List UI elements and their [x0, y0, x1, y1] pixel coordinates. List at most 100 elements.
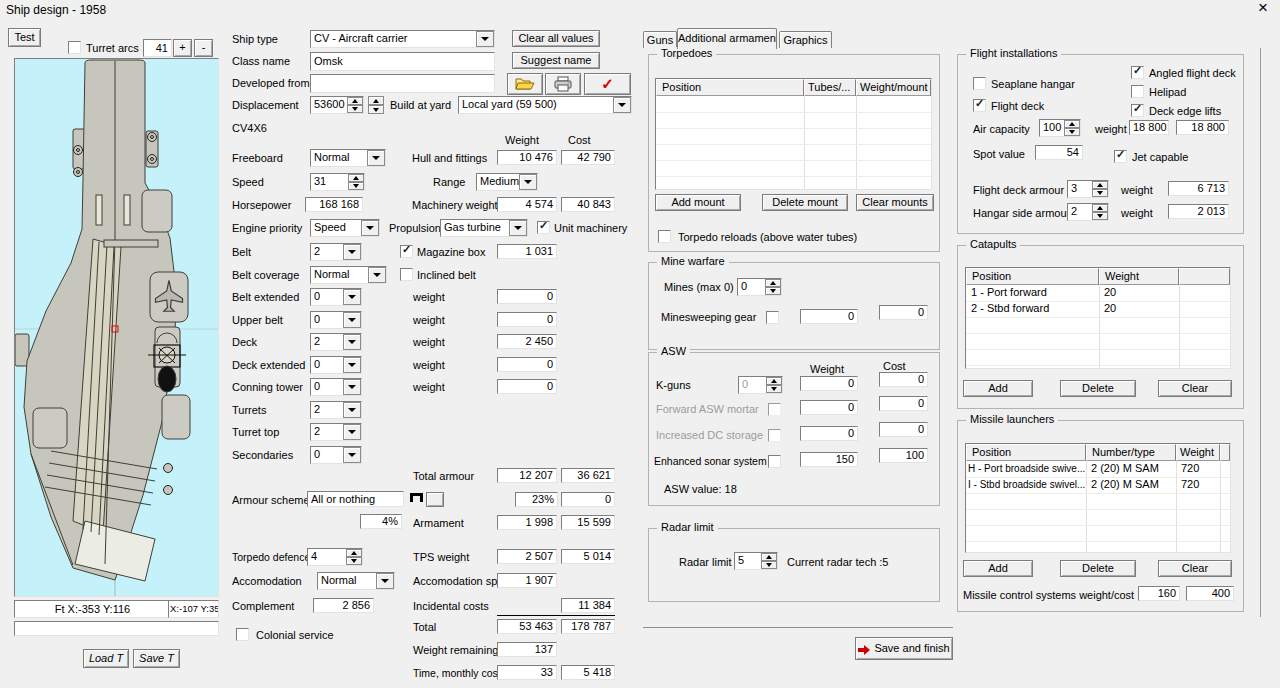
propulsion-label: Propulsion: [389, 222, 441, 235]
tab-graphics[interactable]: Graphics: [779, 31, 832, 48]
open-folder-button[interactable]: [507, 73, 543, 95]
missile-row-type[interactable]: 2 (20) M SAM: [1086, 477, 1176, 492]
delete-mount-button[interactable]: Delete mount: [762, 194, 848, 211]
displacement-spinner2[interactable]: [368, 96, 384, 114]
sonar-checkbox[interactable]: ✓: [768, 455, 781, 468]
save-and-finish-button[interactable]: Save and finish: [855, 637, 953, 660]
missiles-col-type[interactable]: Number/type: [1086, 444, 1176, 461]
displacement-spinner[interactable]: 53600: [310, 96, 364, 114]
engine-priority-combo[interactable]: Speed: [310, 219, 380, 237]
inclined-belt-label: Inclined belt: [417, 269, 476, 282]
seaplane-hangar-checkbox[interactable]: ✓: [973, 77, 986, 90]
catapult-row-weight[interactable]: 20: [1099, 301, 1179, 316]
catapults-delete-button[interactable]: Delete: [1060, 380, 1136, 397]
catapults-col-weight[interactable]: Weight: [1099, 268, 1179, 285]
upper-belt-combo[interactable]: 0: [310, 311, 362, 329]
weight-word: weight: [413, 359, 445, 372]
range-combo[interactable]: Medium: [476, 173, 538, 191]
torpedoes-col-weight[interactable]: Weight/mount: [856, 79, 931, 96]
build-at-yard-combo[interactable]: Local yard (59 500): [458, 96, 632, 114]
ship-top-view[interactable]: [15, 59, 218, 596]
hsa-spinner[interactable]: 2: [1067, 203, 1109, 221]
tab-guns[interactable]: Guns: [643, 31, 677, 48]
save-t-button[interactable]: Save T: [133, 649, 180, 668]
radar-limit-spinner[interactable]: 5: [734, 552, 778, 570]
catapults-col-position[interactable]: Position: [966, 268, 1099, 285]
confirm-button[interactable]: ✓: [584, 73, 631, 95]
upper-belt-label: Upper belt: [232, 314, 283, 327]
arc-plus-button[interactable]: +: [173, 39, 192, 57]
torpedoes-col-tubes[interactable]: Tubes/...: [804, 79, 856, 96]
air-capacity-spinner[interactable]: 100: [1039, 119, 1081, 137]
magazine-box-checkbox[interactable]: ✓: [400, 245, 413, 258]
kguns-spinner[interactable]: 0: [738, 376, 783, 394]
turret-top-combo[interactable]: 2: [310, 423, 362, 441]
clear-mounts-button[interactable]: Clear mounts: [856, 194, 934, 211]
unit-machinery-checkbox[interactable]: ✓: [537, 221, 550, 234]
deck-edge-lifts-checkbox[interactable]: ✓: [1131, 104, 1144, 117]
missiles-col-blank[interactable]: [1220, 444, 1230, 461]
angled-deck-checkbox[interactable]: ✓: [1131, 66, 1144, 79]
print-button[interactable]: [545, 73, 581, 95]
belt-coverage-combo[interactable]: Normal: [310, 266, 387, 284]
load-t-button[interactable]: Load T: [83, 649, 129, 668]
mines-spinner[interactable]: 0: [737, 278, 782, 296]
freeboard-combo[interactable]: Normal: [310, 149, 386, 167]
fda-spinner[interactable]: 3: [1067, 180, 1109, 198]
missile-row-weight[interactable]: 720: [1176, 461, 1220, 476]
propulsion-combo[interactable]: Gas turbine: [440, 219, 528, 237]
arc-minus-button[interactable]: -: [194, 39, 213, 57]
missiles-col-position[interactable]: Position: [966, 444, 1086, 461]
missiles-delete-button[interactable]: Delete: [1060, 560, 1136, 577]
missile-row-position[interactable]: H - Port broadside swive...: [966, 461, 1086, 476]
ship-type-combo[interactable]: CV - Aircraft carrier: [310, 30, 495, 48]
deck-edge-lifts-label: Deck edge lifts: [1149, 105, 1221, 118]
secondaries-combo[interactable]: 0: [310, 446, 362, 464]
flight-deck-checkbox[interactable]: ✓: [973, 99, 986, 112]
conning-tower-combo[interactable]: 0: [310, 378, 362, 396]
torpedo-reloads-checkbox[interactable]: ✓: [658, 230, 671, 243]
armour-scheme-button[interactable]: [426, 492, 444, 507]
minesweeping-checkbox[interactable]: ✓: [766, 311, 779, 324]
tab-additional-armament[interactable]: Additional armament: [677, 28, 777, 49]
deck-combo[interactable]: 2: [310, 333, 362, 351]
belt-extended-combo[interactable]: 0: [310, 288, 362, 306]
missiles-add-button[interactable]: Add: [963, 560, 1033, 577]
catapult-row-weight[interactable]: 20: [1099, 285, 1179, 300]
add-mount-button[interactable]: Add mount: [655, 194, 741, 211]
catapults-add-button[interactable]: Add: [963, 380, 1033, 397]
total-label: Total: [413, 621, 436, 634]
torpedo-defence-spinner[interactable]: 4: [307, 548, 363, 566]
torpedoes-col-position[interactable]: Position: [656, 79, 804, 96]
clear-all-button[interactable]: Clear all values: [512, 30, 600, 47]
developed-from-input[interactable]: [310, 74, 495, 93]
missile-row-position[interactable]: I - Stbd broadside swivel...: [966, 477, 1086, 492]
deck-extended-combo[interactable]: 0: [310, 356, 362, 374]
armour-scheme-value[interactable]: All or nothing: [307, 491, 404, 507]
helipad-checkbox[interactable]: ✓: [1131, 85, 1144, 98]
test-button[interactable]: Test: [8, 28, 41, 47]
belt-combo[interactable]: 2: [310, 243, 362, 261]
suggest-name-button[interactable]: Suggest name: [512, 52, 600, 69]
jet-capable-checkbox[interactable]: ✓: [1114, 150, 1127, 163]
catapults-col-blank[interactable]: [1179, 268, 1230, 285]
colonial-service-checkbox[interactable]: ✓: [236, 628, 249, 641]
catapults-table[interactable]: Position Weight 1 - Port forward 20 2 - …: [965, 267, 1231, 369]
missiles-col-weight[interactable]: Weight: [1176, 444, 1220, 461]
turrets-combo[interactable]: 2: [310, 401, 362, 419]
class-name-input[interactable]: Omsk: [310, 52, 495, 71]
torpedoes-table[interactable]: Position Tubes/... Weight/mount: [655, 78, 932, 190]
catapult-row-position[interactable]: 1 - Port forward: [966, 285, 1099, 300]
missiles-table[interactable]: Position Number/type Weight H - Port bro…: [965, 443, 1231, 553]
missile-row-weight[interactable]: 720: [1176, 477, 1220, 492]
turret-arcs-checkbox[interactable]: ✓: [68, 41, 81, 54]
close-icon[interactable]: ×: [1258, 1, 1268, 14]
catapults-clear-button[interactable]: Clear: [1158, 380, 1232, 397]
missile-row-type[interactable]: 2 (20) M SAM: [1086, 461, 1176, 476]
speed-spinner[interactable]: 31: [310, 173, 365, 191]
missiles-clear-button[interactable]: Clear: [1158, 560, 1232, 577]
inclined-belt-checkbox[interactable]: ✓: [400, 268, 413, 281]
accomodation-combo[interactable]: Normal: [317, 572, 395, 590]
catapult-row-position[interactable]: 2 - Stbd forward: [966, 301, 1099, 316]
turret-arc-value[interactable]: 41: [143, 39, 172, 57]
